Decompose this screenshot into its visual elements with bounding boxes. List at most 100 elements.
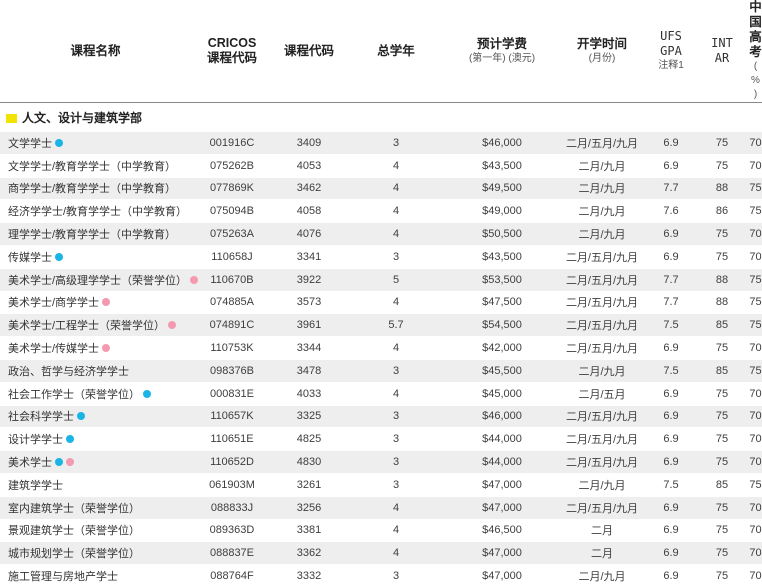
section-marker	[6, 113, 17, 123]
table-row: 社会工作学士（荣誉学位） 000831E 4033 4 $45,000 二月/五月 6.9 7…	[0, 382, 762, 406]
code-cell: 4825	[273, 427, 345, 452]
blue-dot-icon	[55, 138, 63, 147]
atar-cell: 75	[695, 427, 749, 452]
gaokao-cell: 70	[749, 222, 762, 246]
cricos-cell: 077869K	[191, 177, 273, 201]
code-cell: 3478	[273, 359, 345, 383]
col-header-gaokao: 中国高考( % )	[749, 0, 762, 103]
course-name-cell: 美术学士/传媒学士	[0, 336, 191, 360]
course-name-cell: 城市规划学士（荣誉学位）	[0, 541, 191, 566]
course-name: 美术学士/商学学士	[8, 297, 100, 310]
atar-cell: 88	[695, 268, 749, 292]
cricos-cell: 110652D	[191, 450, 273, 474]
atar-cell: 75	[695, 450, 749, 474]
code-cell: 3922	[273, 268, 345, 292]
years-cell: 3	[345, 245, 447, 269]
fee-cell: $47,500	[447, 291, 557, 315]
years-cell: 4	[345, 177, 447, 201]
section-title: 人文、设计与建筑学部	[0, 102, 762, 132]
code-cell: 3256	[273, 496, 345, 520]
code-cell: 3381	[273, 519, 345, 543]
fee-cell: $46,500	[447, 519, 557, 543]
table-row: 施工管理与房地产学士 088764F 3332 3 $47,000 二月/九月 6.9 75 7…	[0, 564, 762, 588]
code-cell: 3573	[273, 291, 345, 315]
course-name-cell: 美术学士/商学学士	[0, 291, 191, 315]
course-name: 社会科学学士	[8, 411, 74, 424]
atar-cell: 86	[695, 199, 749, 224]
years-cell: 4	[345, 291, 447, 315]
years-cell: 5	[345, 268, 447, 292]
course-name: 设计学学士	[8, 434, 63, 447]
gpa-cell: 6.9	[647, 154, 695, 178]
fee-cell: $47,000	[447, 473, 557, 497]
fee-cell: $47,000	[447, 541, 557, 566]
atar-cell: 85	[695, 359, 749, 383]
course-name: 城市规划学士（荣誉学位）	[8, 548, 140, 561]
cricos-cell: 000831E	[191, 382, 273, 406]
gpa-cell: 6.9	[647, 427, 695, 452]
course-name: 景观建筑学士（荣誉学位）	[8, 525, 140, 538]
table-row: 室内建筑学士（荣誉学位） 088833J 3256 4 $47,000 二月/五月/九月 6…	[0, 496, 762, 520]
years-cell: 4	[345, 382, 447, 406]
pink-dot-icon	[190, 275, 199, 284]
intake-cell: 二月/五月/九月	[557, 291, 647, 315]
course-name-cell: 施工管理与房地产学士	[0, 564, 191, 588]
years-cell: 3	[345, 427, 447, 452]
gaokao-cell: 75	[749, 199, 762, 224]
gpa-cell: 7.7	[647, 177, 695, 201]
table-row: 美术学士/传媒学士 110753K 3344 4 $42,000 二月/五月/九月 6.9 7…	[0, 336, 762, 360]
years-cell: 5.7	[345, 313, 447, 338]
col-header-atar: INT AR	[695, 0, 749, 103]
cricos-cell: 001916C	[191, 131, 273, 155]
cricos-cell: 075263A	[191, 222, 273, 246]
years-cell: 3	[345, 473, 447, 497]
code-cell: 4076	[273, 222, 345, 246]
table-row: 城市规划学士（荣誉学位） 088837E 3362 4 $47,000 二月 6.9 75 70	[0, 541, 762, 566]
gaokao-cell: 75	[749, 359, 762, 383]
cricos-cell: 110670B	[191, 268, 273, 292]
course-table-page: 课程名称 CRICOS 课程代码 课程代码 总学年 预计学费 (第一年) (澳元) …	[0, 0, 762, 588]
table-row: 建筑学学士 061903M 3261 3 $47,000 二月/九月 7.5 85 75	[0, 473, 762, 497]
col-header-name: 课程名称	[0, 0, 191, 103]
gpa-cell: 6.9	[647, 131, 695, 155]
fee-cell: $46,000	[447, 405, 557, 429]
cricos-cell: 110658J	[191, 245, 273, 269]
gpa-cell: 6.9	[647, 496, 695, 520]
fee-cell: $49,500	[447, 177, 557, 201]
blue-dot-icon	[55, 458, 63, 467]
cricos-cell: 110753K	[191, 336, 273, 360]
course-name-cell: 社会科学学士	[0, 405, 191, 429]
code-cell: 3409	[273, 131, 345, 155]
intake-cell: 二月/九月	[557, 199, 647, 224]
col-header-cricos: CRICOS 课程代码	[191, 0, 273, 103]
course-name: 文学学士	[8, 137, 52, 150]
gaokao-cell: 70	[749, 382, 762, 406]
cricos-cell: 088837E	[191, 541, 273, 566]
atar-cell: 85	[695, 473, 749, 497]
course-name: 美术学士	[8, 457, 52, 470]
course-name: 经济学学士/教育学学士（中学教育）	[8, 206, 188, 219]
gpa-cell: 7.7	[647, 268, 695, 292]
course-name-cell: 设计学学士	[0, 427, 191, 452]
gpa-cell: 6.9	[647, 519, 695, 543]
atar-cell: 75	[695, 564, 749, 588]
col-header-fee: 预计学费 (第一年) (澳元)	[447, 0, 557, 103]
gpa-cell: 6.9	[647, 222, 695, 246]
gaokao-cell: 70	[749, 541, 762, 566]
code-cell: 3332	[273, 564, 345, 588]
atar-cell: 75	[695, 336, 749, 360]
course-name-cell: 文学学士	[0, 131, 191, 155]
course-name: 建筑学学士	[8, 479, 63, 492]
code-cell: 4058	[273, 199, 345, 224]
gaokao-cell: 70	[749, 336, 762, 360]
intake-cell: 二月/九月	[557, 177, 647, 201]
intake-cell: 二月/五月/九月	[557, 245, 647, 269]
intake-cell: 二月/五月/九月	[557, 405, 647, 429]
course-name: 施工管理与房地产学士	[8, 571, 118, 584]
course-name: 美术学士/高级理学学士（荣誉学位）	[8, 274, 188, 287]
atar-cell: 88	[695, 177, 749, 201]
table-row: 美术学士/商学学士 074885A 3573 4 $47,500 二月/五月/九月 7.7 8…	[0, 291, 762, 315]
atar-cell: 75	[695, 131, 749, 155]
code-cell: 3325	[273, 405, 345, 429]
course-name: 理学学士/教育学学士（中学教育）	[8, 229, 177, 242]
